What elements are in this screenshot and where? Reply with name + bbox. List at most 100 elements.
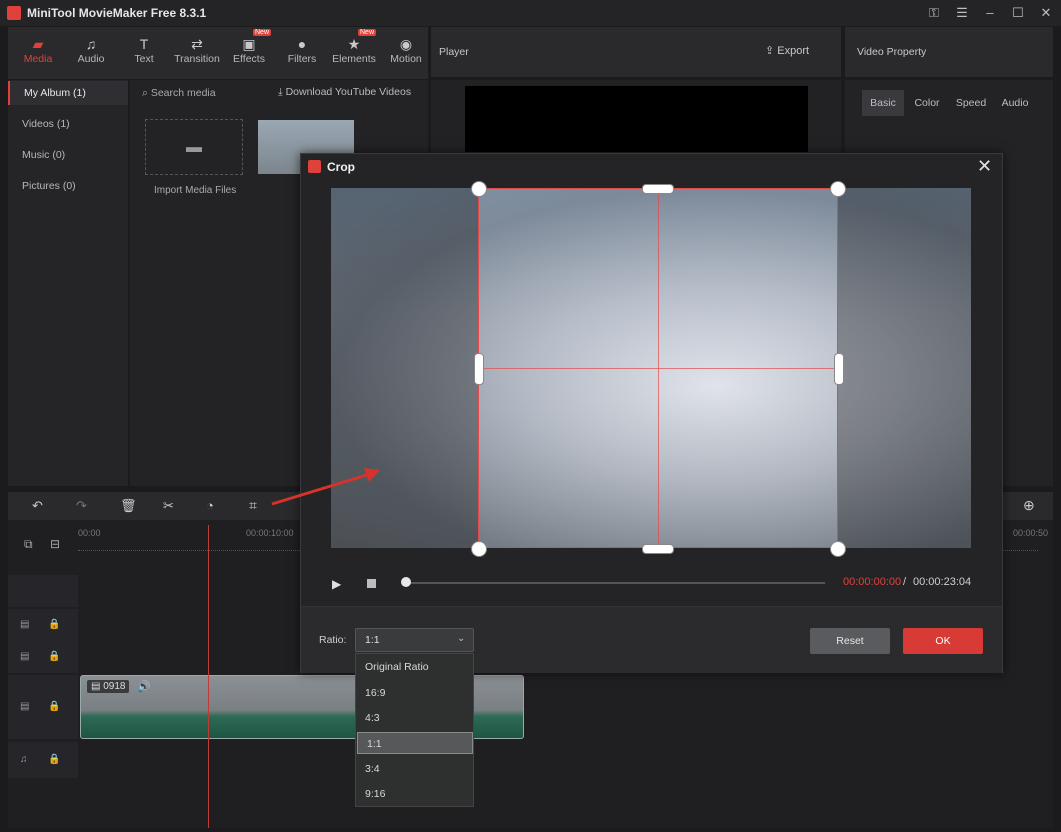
clip-label: ▤ 0918 [87,680,130,693]
ratio-option-16-9[interactable]: 16:9 [356,682,473,704]
crop-icon[interactable]: ⌗ [249,497,257,514]
add-track-icon[interactable]: ⧉ [24,537,33,552]
maximize-button[interactable]: ☐ [1008,4,1028,22]
seek-knob[interactable] [401,577,411,587]
tool-elements[interactable]: ★ Elements New [326,29,382,65]
text-icon: T [139,36,149,52]
ratio-label: Ratio: [319,634,347,646]
title-bar: MiniTool MovieMaker Free 8.3.1 ⚿ ☰ – ☐ ✕ [0,0,1061,26]
total-time: 00:00:23:04 [913,576,972,588]
import-media-tile[interactable]: ▬ [145,119,243,175]
tab-color[interactable]: Color [906,90,948,116]
video-track-icon: ▤ [20,651,30,662]
zoom-in-icon[interactable]: ⊕ [1023,497,1035,514]
tab-audio[interactable]: Audio [994,90,1036,116]
motion-icon: ◉ [399,36,413,52]
crop-handle-bottom[interactable] [642,544,674,554]
ratio-option-1-1[interactable]: 1:1 [357,732,473,754]
seek-bar[interactable] [405,582,825,584]
sidebar-item-my-album[interactable]: My Album (1) [8,81,128,105]
ratio-option-3-4[interactable]: 3:4 [356,758,473,780]
folder-icon: ▰ [32,36,44,52]
tool-media[interactable]: ▰ Media [10,35,66,65]
ratio-select[interactable]: 1:1 ⌄ [355,628,474,652]
export-button[interactable]: ⇪ Export [765,44,809,57]
media-toolbar: ▰ Media ♫ Audio T Text ⇄ Transition ▣ Effects… [8,27,428,79]
lock-icon[interactable]: 🔒 [48,619,60,630]
video-track-icon: ▤ [20,701,30,712]
search-media-input[interactable]: ⌕ Search media [142,87,216,100]
ratio-option-4-3[interactable]: 4:3 [356,707,473,729]
music-track-icon: ♫ [20,754,28,765]
stop-icon[interactable] [367,579,376,588]
close-window-button[interactable]: ✕ [1036,4,1056,22]
undo-icon[interactable]: ↶ [32,498,43,514]
player-title: Player [439,46,469,58]
playhead[interactable] [208,525,209,828]
delete-icon[interactable]: 🗑 [120,498,137,514]
tool-text[interactable]: T Text [116,35,172,65]
close-icon[interactable]: ✕ [977,157,992,175]
time-label: 00:00:50 [1013,528,1049,538]
effects-icon: ▣ [242,36,256,52]
crop-handle-top-left[interactable] [471,181,487,197]
crop-dim-right [838,188,971,548]
filters-icon: ● [297,36,307,52]
new-badge: New [358,29,377,36]
crop-handle-bottom-left[interactable] [471,541,487,557]
volume-icon[interactable]: 🔊 [137,680,151,693]
album-sidebar: My Album (1) Videos (1) Music (0) Pictur… [8,80,128,486]
play-icon[interactable]: ▶ [332,577,341,591]
split-icon[interactable]: ✂ [163,498,174,514]
ratio-option-9-16[interactable]: 9:16 [356,783,473,805]
track-header: ▤ 🔒 [8,675,78,739]
tool-filters[interactable]: ● Filters [274,35,330,65]
menu-icon[interactable]: ☰ [952,4,972,22]
sidebar-item-pictures[interactable]: Pictures (0) [8,174,128,198]
import-media-label: Import Media Files [154,185,237,196]
tool-effects[interactable]: ▣ Effects New [221,29,277,65]
player-header: Player ⇪ Export [431,27,841,77]
tool-transition[interactable]: ⇄ Transition [169,35,225,65]
music-note-icon: ♫ [85,36,97,52]
minimize-button[interactable]: – [980,4,1000,22]
ok-button[interactable]: OK [903,628,983,654]
search-icon: ⌕ [142,87,151,99]
lock-icon[interactable]: 🔒 [48,754,60,765]
crop-playback-controls: ▶ 00:00:00:00 / 00:00:23:04 [301,567,1002,607]
time-separator: / [903,576,907,588]
crop-handle-top[interactable] [642,184,674,194]
download-youtube-button[interactable]: ⤓ Download YouTube Videos [278,86,411,99]
speed-icon[interactable]: ◔ [206,498,214,513]
ratio-option-original[interactable]: Original Ratio [356,656,473,678]
video-track-icon: ▤ [20,619,30,630]
tool-audio[interactable]: ♫ Audio [63,35,119,65]
crop-handle-left[interactable] [474,353,484,385]
export-icon: ⇪ [765,45,778,57]
crop-handle-bottom-right[interactable] [830,541,846,557]
track-header: ▤ 🔒 [8,609,78,641]
crop-frame[interactable] [478,188,838,548]
lock-icon[interactable]: 🔒 [48,651,60,662]
remove-track-icon[interactable]: ⊟ [50,537,60,551]
crop-handle-top-right[interactable] [830,181,846,197]
crop-dialog-header: Crop ✕ [301,154,1002,180]
key-icon[interactable]: ⚿ [924,4,944,22]
redo-icon[interactable]: ↷ [76,498,87,514]
track-header [8,575,78,607]
reset-button[interactable]: Reset [810,628,890,654]
tab-basic[interactable]: Basic [862,90,904,116]
download-icon: ⤓ [278,86,286,98]
sidebar-item-music[interactable]: Music (0) [8,143,128,167]
transition-icon: ⇄ [191,36,203,52]
crop-guide-horizontal [479,368,837,369]
crop-dialog: Crop ✕ ▶ 00:00:00:00 / 00:00:23:04 Ratio… [300,153,1003,673]
lock-icon[interactable]: 🔒 [48,701,60,712]
crop-handle-right[interactable] [834,353,844,385]
sidebar-item-videos[interactable]: Videos (1) [8,112,128,136]
chevron-down-icon: ⌄ [457,633,466,644]
tool-motion[interactable]: ◉ Motion [378,35,434,65]
ratio-value: 1:1 [365,634,380,646]
track-header: ♫ 🔒 [8,742,78,778]
tab-speed[interactable]: Speed [950,90,992,116]
